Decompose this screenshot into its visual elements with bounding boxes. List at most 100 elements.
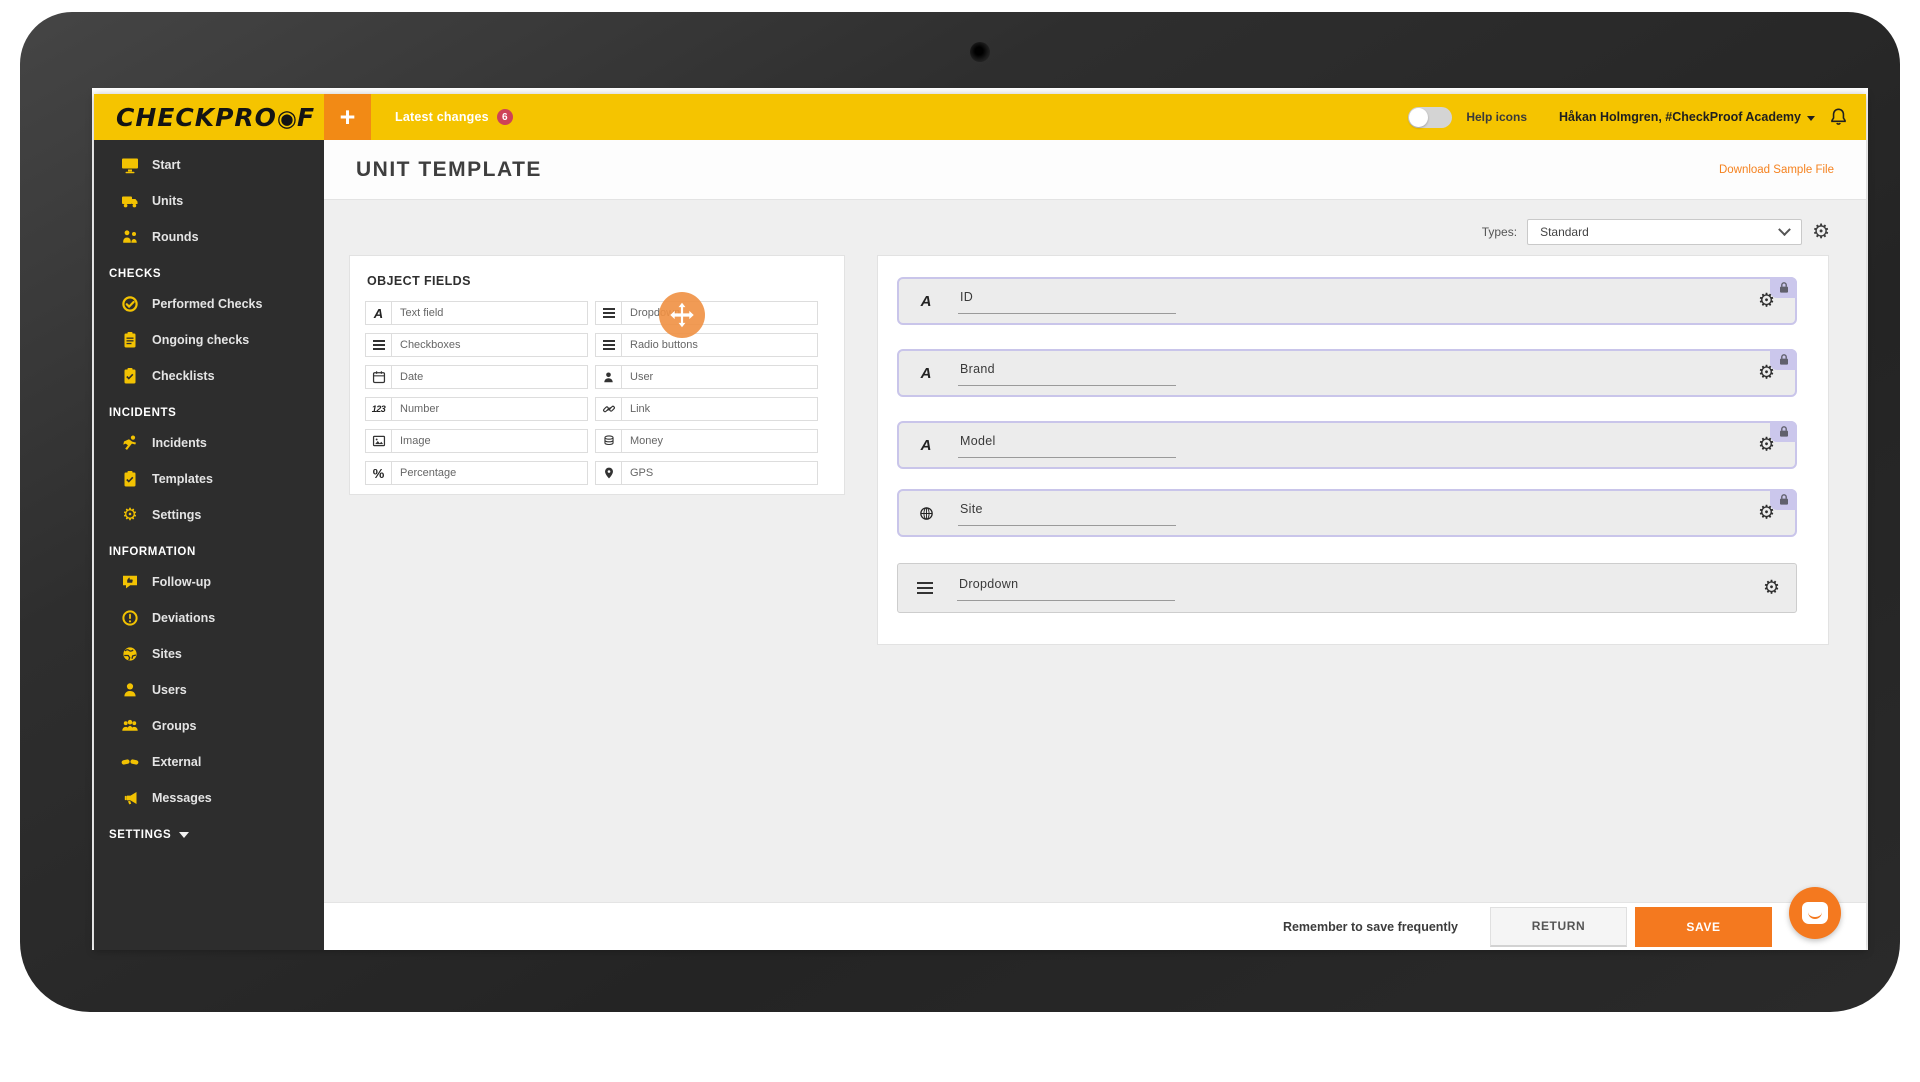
field-row-site[interactable]: Site ⚙ — [897, 489, 1797, 537]
webcam-dot — [970, 42, 990, 62]
sidebar-item-settings[interactable]: ⚙ Settings — [94, 497, 324, 533]
sidebar-item-sites[interactable]: Sites — [94, 636, 324, 672]
add-button[interactable]: + — [324, 94, 371, 140]
sidebar-item-messages[interactable]: Messages — [94, 780, 324, 816]
save-button[interactable]: SAVE — [1635, 907, 1772, 947]
bars-icon — [596, 302, 622, 324]
object-field-gps[interactable]: GPS — [595, 461, 818, 485]
sidebar-section-checks: CHECKS — [94, 255, 324, 286]
object-field-money[interactable]: Money — [595, 429, 818, 453]
field-gear-icon[interactable]: ⚙ — [1758, 434, 1775, 457]
field-row-model[interactable]: A Model ⚙ — [897, 421, 1797, 469]
object-field-number[interactable]: 123 Number — [365, 397, 588, 421]
clipboard-check-icon — [119, 367, 141, 385]
sidebar-item-performed-checks[interactable]: Performed Checks — [94, 286, 324, 322]
monitor-screen: CHECKPRO◉F + Latest changes 6 Help icons… — [92, 88, 1868, 950]
field-gear-icon[interactable]: ⚙ — [1763, 577, 1780, 600]
sidebar-item-groups[interactable]: Groups — [94, 708, 324, 744]
money-coins-icon — [596, 430, 622, 452]
object-field-date[interactable]: Date — [365, 365, 588, 389]
notification-bell-icon[interactable] — [1829, 107, 1848, 127]
chat-bubble-icon — [1802, 902, 1828, 924]
field-row-dropdown[interactable]: Dropdown ⚙ — [897, 563, 1797, 613]
types-row: Types: Standard ⚙ — [1482, 219, 1830, 245]
megaphone-icon — [119, 789, 141, 807]
latest-changes[interactable]: Latest changes 6 — [395, 94, 513, 140]
truck-icon — [119, 192, 141, 210]
sidebar-item-incidents[interactable]: Incidents — [94, 425, 324, 461]
people-arrows-icon — [119, 228, 141, 246]
sidebar-item-rounds[interactable]: Rounds — [94, 219, 324, 255]
text-icon: A — [915, 293, 937, 310]
sidebar-section-incidents: INCIDENTS — [94, 394, 324, 425]
types-select[interactable]: Standard — [1527, 219, 1802, 245]
field-gear-icon[interactable]: ⚙ — [1758, 502, 1775, 525]
calendar-icon — [366, 366, 392, 388]
object-field-checkboxes[interactable]: Checkboxes — [365, 333, 588, 357]
object-field-dropdown[interactable]: Dropdown — [595, 301, 818, 325]
plus-icon: + — [340, 102, 356, 133]
sidebar-item-external[interactable]: External — [94, 744, 324, 780]
percent-icon: % — [366, 462, 392, 484]
field-label: Site — [960, 502, 983, 516]
sidebar-item-units[interactable]: Units — [94, 183, 324, 219]
chat-widget-button[interactable] — [1789, 887, 1841, 939]
object-fields-grid: A Text field Dropdown Checkboxes — [365, 301, 831, 485]
field-gear-icon[interactable]: ⚙ — [1758, 362, 1775, 385]
download-sample-file-link[interactable]: Download Sample File — [1719, 164, 1834, 176]
field-row-id[interactable]: A ID ⚙ — [897, 277, 1797, 325]
save-reminder-text: Remember to save frequently — [1283, 920, 1458, 934]
types-gear-icon[interactable]: ⚙ — [1812, 222, 1830, 242]
chevron-down-icon — [1807, 116, 1815, 121]
clipboard-icon — [119, 331, 141, 349]
object-fields-title: OBJECT FIELDS — [350, 256, 844, 288]
chat-thumb-icon — [119, 573, 141, 591]
object-field-image[interactable]: Image — [365, 429, 588, 453]
chevron-down-icon — [179, 832, 189, 838]
sidebar-section-settings[interactable]: SETTINGS — [94, 816, 324, 847]
sidebar: Start Units Rounds CHECKS Performed Chec… — [94, 140, 324, 950]
user-icon — [119, 681, 141, 699]
globe-icon — [915, 506, 937, 521]
monitor-frame: CHECKPRO◉F + Latest changes 6 Help icons… — [20, 12, 1900, 1012]
field-label: Brand — [960, 362, 995, 376]
logo-block[interactable]: CHECKPRO◉F — [94, 94, 324, 140]
sidebar-item-users[interactable]: Users — [94, 672, 324, 708]
help-icons-toggle[interactable] — [1408, 107, 1452, 128]
top-bar: CHECKPRO◉F + Latest changes 6 Help icons… — [94, 94, 1866, 140]
sidebar-item-checklists[interactable]: Checklists — [94, 358, 324, 394]
types-label: Types: — [1482, 225, 1517, 239]
return-button[interactable]: RETURN — [1490, 907, 1627, 947]
link-icon — [596, 398, 622, 420]
toggle-knob — [1409, 108, 1428, 127]
group-icon — [119, 717, 141, 735]
user-icon — [596, 366, 622, 388]
help-icons-label: Help icons — [1466, 110, 1527, 124]
page-title: UNIT TEMPLATE — [356, 158, 542, 182]
handshake-icon — [119, 753, 141, 771]
object-field-user[interactable]: User — [595, 365, 818, 389]
field-label: Model — [960, 434, 996, 448]
exclamation-circle-icon — [119, 609, 141, 627]
object-field-link[interactable]: Link — [595, 397, 818, 421]
sidebar-item-deviations[interactable]: Deviations — [94, 600, 324, 636]
sidebar-item-start[interactable]: Start — [94, 147, 324, 183]
chevron-down-icon — [1778, 223, 1791, 236]
sidebar-item-follow-up[interactable]: Follow-up — [94, 564, 324, 600]
footer-bar: Remember to save frequently RETURN SAVE — [324, 902, 1866, 950]
object-field-percentage[interactable]: % Percentage — [365, 461, 588, 485]
drag-move-cursor[interactable] — [659, 292, 705, 338]
text-icon: A — [366, 302, 392, 324]
types-select-value: Standard — [1540, 225, 1589, 239]
page-header: UNIT TEMPLATE Download Sample File — [324, 140, 1866, 200]
field-label: ID — [960, 290, 973, 304]
object-field-radio-buttons[interactable]: Radio buttons — [595, 333, 818, 357]
latest-changes-label: Latest changes — [395, 110, 489, 124]
field-row-brand[interactable]: A Brand ⚙ — [897, 349, 1797, 397]
sidebar-item-ongoing-checks[interactable]: Ongoing checks — [94, 322, 324, 358]
object-field-text-field[interactable]: A Text field — [365, 301, 588, 325]
sidebar-item-templates[interactable]: Templates — [94, 461, 324, 497]
field-gear-icon[interactable]: ⚙ — [1758, 290, 1775, 313]
user-menu[interactable]: Håkan Holmgren, #CheckProof Academy — [1559, 110, 1815, 124]
person-falling-icon — [119, 434, 141, 452]
